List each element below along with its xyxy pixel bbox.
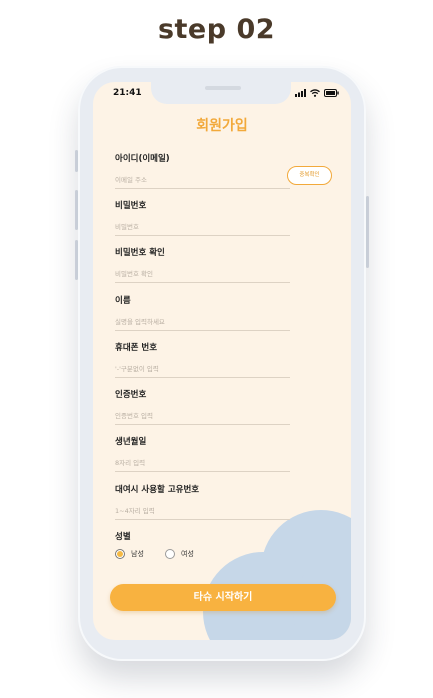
battery-icon [324,89,339,97]
status-icons [295,89,339,97]
gender-option-label: 남성 [131,550,144,558]
phone-number-input[interactable]: '-'구분없이 입력 [115,364,290,378]
name-field: 이름 실명을 입력하세요 [115,294,290,331]
rental-id-label: 대여시 사용할 고유번호 [115,485,200,495]
gender-radio-female[interactable]: 여성 [165,549,194,559]
password-input[interactable]: 비밀번호 [115,222,290,236]
name-input[interactable]: 실명을 입력하세요 [115,317,290,331]
speaker-grille [205,86,241,90]
page-title: 회원가입 [196,118,248,134]
phone-number-label: 휴대폰 번호 [115,343,158,353]
phone-screen: 21:41 회원가입 아이디(이메일) 이메일 주소 중복확인 비밀번호 비밀번… [93,82,351,640]
birthdate-input[interactable]: 8자리 입력 [115,458,290,472]
phone-power-button [366,196,369,268]
signal-icon [295,89,306,97]
email-label: 아이디(이메일) [115,154,170,164]
verification-code-input[interactable]: 인증번호 입력 [115,411,290,425]
rental-id-field: 대여시 사용할 고유번호 1~4자리 입력 [115,483,290,520]
rental-id-input[interactable]: 1~4자리 입력 [115,506,290,520]
gender-radio-male[interactable]: 남성 [115,549,144,559]
gender-option-label: 여성 [181,550,194,558]
start-button[interactable]: 타슈 시작하기 [110,584,336,611]
gender-label: 성별 [115,532,131,542]
step-title: step 02 [157,14,276,45]
duplicate-check-button[interactable]: 중복확인 [287,166,332,185]
email-input[interactable]: 이메일 주소 [115,175,290,189]
verification-code-field: 인증번호 인증번호 입력 [115,388,290,425]
verification-code-label: 인증번호 [115,390,147,400]
wifi-icon [310,89,320,97]
birthdate-field: 생년월일 8자리 입력 [115,435,290,472]
password-confirm-input[interactable]: 비밀번호 확인 [115,269,290,283]
password-confirm-field: 비밀번호 확인 비밀번호 확인 [115,246,290,283]
status-time: 21:41 [113,88,142,98]
password-label: 비밀번호 [115,201,147,211]
password-field: 비밀번호 비밀번호 [115,199,290,236]
birthdate-label: 생년월일 [115,437,147,447]
name-label: 이름 [115,296,131,306]
radio-unselected-icon[interactable] [165,549,175,559]
password-confirm-label: 비밀번호 확인 [115,248,165,258]
phone-number-field: 휴대폰 번호 '-'구분없이 입력 [115,341,290,378]
email-field: 아이디(이메일) 이메일 주소 [115,152,290,189]
radio-selected-icon[interactable] [115,549,125,559]
